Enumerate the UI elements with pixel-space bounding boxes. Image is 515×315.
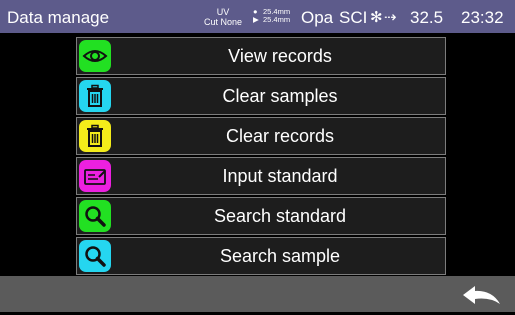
edit-card-icon (79, 160, 111, 192)
uv-label: UV (216, 7, 230, 17)
input-standard-button[interactable]: Input standard (76, 157, 446, 195)
search-icon (79, 240, 111, 272)
menu-item-label: Clear records (225, 126, 335, 146)
back-arrow-icon (463, 286, 500, 304)
beam-icon: ▶ (253, 15, 259, 24)
scale-label: SCI (339, 8, 368, 27)
cut-label: Cut None (203, 17, 243, 27)
search-sample-button[interactable]: Search sample (76, 237, 446, 275)
menu-item-label: Input standard (222, 166, 338, 186)
clear-samples-button[interactable]: Clear samples (76, 77, 446, 115)
view-records-button[interactable]: View records (76, 37, 446, 75)
menu-item-label: Search sample (219, 246, 341, 266)
path-length-indicator: ● 25.4mm ▶ 25.4mm (253, 8, 290, 24)
search-standard-button[interactable]: Search standard (76, 197, 446, 235)
eye-icon (79, 40, 111, 72)
search-icon (79, 200, 111, 232)
uv-cut-indicator: UV Cut None (203, 7, 243, 27)
clear-records-button[interactable]: Clear records (76, 117, 446, 155)
temperature-value: 32.5 (410, 8, 444, 27)
menu-item-label: Clear samples (222, 86, 338, 106)
status-bar: Data manage UV Cut None ● 25.4mm ▶ 25.4mm … (0, 0, 515, 33)
page-title: Data manage (7, 8, 110, 27)
usb-icon: ⇢ (384, 9, 397, 26)
clock: 23:32 (461, 8, 504, 27)
path-bottom-value: 25.4mm (263, 15, 291, 24)
trash-icon (79, 120, 111, 152)
bottom-bar (0, 276, 515, 312)
menu-item-label: Search standard (213, 206, 347, 226)
mode-label: Opa (301, 8, 334, 27)
bluetooth-icon: ✻ (370, 9, 383, 26)
menu-item-label: View records (228, 46, 332, 66)
trash-icon (79, 80, 111, 112)
back-button[interactable] (460, 278, 504, 310)
